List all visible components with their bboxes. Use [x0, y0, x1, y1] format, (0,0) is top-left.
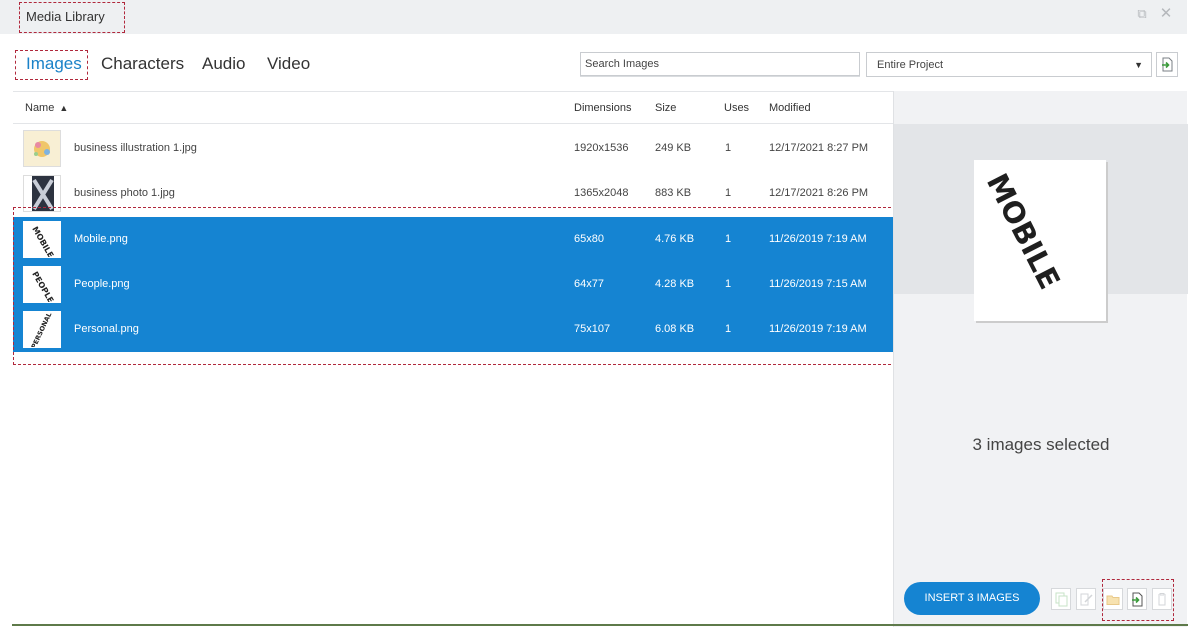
file-size: 6.08 KB	[655, 323, 695, 335]
file-uses: 1	[725, 187, 732, 199]
file-uses: 1	[725, 142, 732, 154]
file-modified: 11/26/2019 7:19 AM	[769, 233, 867, 245]
file-dimensions: 64x77	[574, 278, 604, 290]
table-row[interactable]: business illustration 1.jpg 1920x1536 24…	[13, 126, 893, 171]
file-name: People.png	[74, 278, 130, 290]
file-name: business illustration 1.jpg	[74, 142, 197, 154]
title-bar: Media Library ⧉ ✕	[0, 0, 1187, 34]
column-header-modified[interactable]: Modified	[769, 92, 811, 125]
duplicate-icon	[1055, 592, 1068, 607]
svg-text:MOBILE: MOBILE	[30, 225, 55, 258]
edit-button[interactable]	[1076, 588, 1096, 610]
svg-text:PERSONAL: PERSONAL	[30, 312, 54, 348]
tab-video[interactable]: Video	[267, 51, 310, 77]
thumbnail-photo	[23, 175, 61, 212]
table-row[interactable]: PEOPLE People.png 64x77 4.28 KB 1 11/26/…	[13, 262, 893, 307]
preview-panel: MOBILE 3 images selected INSERT 3 IMAGES	[893, 91, 1188, 627]
thumbnail-mobile: MOBILE	[23, 221, 61, 258]
file-name: Mobile.png	[74, 233, 128, 245]
tab-audio[interactable]: Audio	[202, 51, 245, 77]
svg-text:PEOPLE: PEOPLE	[30, 270, 55, 303]
close-icon[interactable]: ✕	[1158, 6, 1174, 22]
import-button[interactable]	[1156, 52, 1178, 77]
file-dimensions: 1365x2048	[574, 187, 629, 199]
file-uses: 1	[725, 278, 732, 290]
bottom-divider	[12, 624, 1188, 626]
preview-area: MOBILE	[894, 124, 1188, 321]
scope-dropdown[interactable]: Entire Project ▼	[866, 52, 1152, 77]
duplicate-button[interactable]	[1051, 588, 1071, 610]
scope-value: Entire Project	[877, 59, 944, 71]
file-modified: 11/26/2019 7:19 AM	[769, 323, 867, 335]
file-dimensions: 65x80	[574, 233, 604, 245]
table-row[interactable]: business photo 1.jpg 1365x2048 883 KB 1 …	[13, 171, 893, 216]
thumbnail-personal: PERSONAL	[23, 311, 61, 348]
file-size: 4.28 KB	[655, 278, 695, 290]
file-size: 4.76 KB	[655, 233, 695, 245]
edit-icon	[1080, 593, 1093, 606]
toolbar-highlight	[1102, 579, 1174, 621]
column-header-size[interactable]: Size	[655, 92, 676, 125]
file-size: 249 KB	[655, 142, 692, 154]
import-icon	[1162, 57, 1173, 72]
table-header: Name ▲ Dimensions Size Uses Modified	[13, 91, 893, 124]
selection-count: 3 images selected	[972, 435, 1110, 454]
file-list: Name ▲ Dimensions Size Uses Modified busi…	[13, 91, 893, 627]
file-dimensions: 1920x1536	[574, 142, 629, 154]
chevron-down-icon: ▼	[1134, 60, 1143, 70]
file-name: Personal.png	[74, 323, 139, 335]
search-input[interactable]: Search Images	[580, 52, 860, 76]
thumbnail-illustration	[23, 130, 61, 167]
preview-image: MOBILE	[974, 160, 1106, 321]
file-modified: 12/17/2021 8:27 PM	[769, 142, 869, 154]
sort-ascending-icon: ▲	[59, 103, 69, 113]
window-title: Media Library	[19, 2, 125, 33]
file-dimensions: 75x107	[574, 323, 611, 335]
table-row[interactable]: PERSONAL Personal.png 75x107 6.08 KB 1 1…	[13, 307, 893, 352]
table-row[interactable]: MOBILE Mobile.png 65x80 4.76 KB 1 11/26/…	[13, 217, 893, 262]
svg-text:MOBILE: MOBILE	[980, 168, 1067, 295]
tab-characters[interactable]: Characters	[101, 51, 184, 77]
insert-images-button[interactable]: INSERT 3 IMAGES	[904, 582, 1040, 615]
thumbnail-people: PEOPLE	[23, 266, 61, 303]
file-name: business photo 1.jpg	[74, 187, 175, 199]
file-modified: 11/26/2019 7:15 AM	[769, 278, 867, 290]
column-header-name[interactable]: Name ▲	[25, 92, 68, 125]
column-header-uses[interactable]: Uses	[724, 92, 749, 125]
file-modified: 12/17/2021 8:26 PM	[769, 187, 869, 199]
file-size: 883 KB	[655, 187, 692, 199]
tab-images[interactable]: Images	[15, 50, 88, 80]
column-header-dimensions[interactable]: Dimensions	[574, 92, 631, 125]
file-uses: 1	[725, 323, 732, 335]
restore-icon[interactable]: ⧉	[1134, 6, 1150, 22]
file-uses: 1	[725, 233, 732, 245]
